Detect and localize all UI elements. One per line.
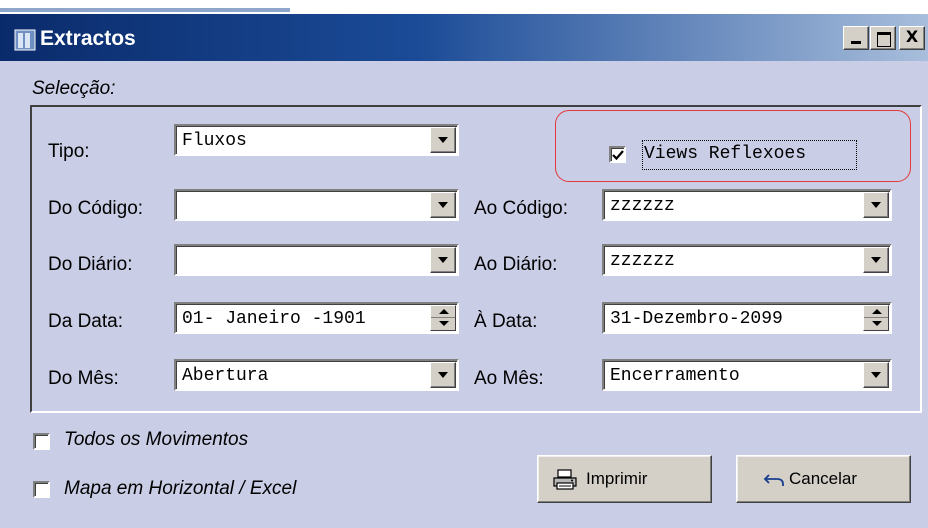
cancel-button-label: Cancelar <box>789 469 858 488</box>
ao-diario-value: zzzzzz <box>610 251 675 271</box>
a-data-label: À Data: <box>474 311 538 332</box>
tipo-label: Tipo: <box>48 141 90 162</box>
print-button-label: Imprimir <box>586 469 648 488</box>
chevron-down-icon[interactable] <box>430 362 456 388</box>
minimize-button[interactable] <box>843 26 869 50</box>
a-data-value: 31-Dezembro-2099 <box>610 309 783 329</box>
da-data-value: 01- Janeiro -1901 <box>182 309 366 329</box>
chevron-down-icon[interactable] <box>430 192 456 218</box>
todos-movimentos-checkbox[interactable] <box>33 433 50 450</box>
ao-mes-label: Ao Mês: <box>474 368 544 389</box>
window-title: Extractos <box>40 27 136 50</box>
tipo-value: Fluxos <box>182 131 247 151</box>
do-diario-label: Do Diário: <box>48 254 133 275</box>
views-reflexoes-label[interactable]: Views Reflexoes <box>644 144 806 164</box>
chevron-down-icon[interactable] <box>863 362 889 388</box>
ao-diario-select[interactable]: zzzzzz <box>602 244 892 276</box>
da-data-label: Da Data: <box>48 311 123 332</box>
close-button[interactable]: X <box>899 26 925 50</box>
da-data-datepicker[interactable]: 01- Janeiro -1901 <box>174 302 459 334</box>
do-codigo-label: Do Código: <box>48 198 144 219</box>
a-data-datepicker[interactable]: 31-Dezembro-2099 <box>602 302 892 334</box>
cancel-button[interactable]: Cancelar <box>736 455 911 503</box>
do-mes-label: Do Mês: <box>48 368 119 389</box>
undo-arrow-icon <box>763 472 785 493</box>
title-bar[interactable]: Extractos X <box>0 14 928 61</box>
app-icon <box>14 29 36 51</box>
views-reflexoes-checkbox[interactable] <box>609 146 626 163</box>
do-diario-select[interactable] <box>174 244 459 276</box>
maximize-button[interactable] <box>870 26 896 50</box>
ao-mes-value: Encerramento <box>610 366 740 386</box>
mapa-horizontal-checkbox[interactable] <box>33 481 50 498</box>
selection-section-label: Selecção: <box>32 78 116 99</box>
ao-codigo-select[interactable]: zzzzzz <box>602 189 892 221</box>
chevron-down-icon[interactable] <box>863 192 889 218</box>
ao-mes-select[interactable]: Encerramento <box>602 359 892 391</box>
print-button[interactable]: Imprimir <box>537 455 712 503</box>
extractos-window: Extractos X Selecção: Tipo: Fluxos Views… <box>0 0 928 528</box>
tipo-select[interactable]: Fluxos <box>174 124 459 156</box>
chevron-down-icon[interactable] <box>863 247 889 273</box>
printer-icon <box>552 469 578 496</box>
spinner-icon[interactable] <box>863 305 889 331</box>
decor-bar <box>0 8 290 12</box>
do-mes-value: Abertura <box>182 366 269 386</box>
ao-codigo-value: zzzzzz <box>610 196 675 216</box>
ao-diario-label: Ao Diário: <box>474 254 558 275</box>
mapa-horizontal-label[interactable]: Mapa em Horizontal / Excel <box>64 478 296 500</box>
chevron-down-icon[interactable] <box>430 127 456 153</box>
spinner-icon[interactable] <box>430 305 456 331</box>
ao-codigo-label: Ao Código: <box>474 198 569 219</box>
todos-movimentos-label[interactable]: Todos os Movimentos <box>64 429 248 451</box>
checkmark-icon <box>612 150 624 161</box>
chevron-down-icon[interactable] <box>430 247 456 273</box>
do-mes-select[interactable]: Abertura <box>174 359 459 391</box>
do-codigo-select[interactable] <box>174 189 459 221</box>
top-strip <box>0 0 928 14</box>
